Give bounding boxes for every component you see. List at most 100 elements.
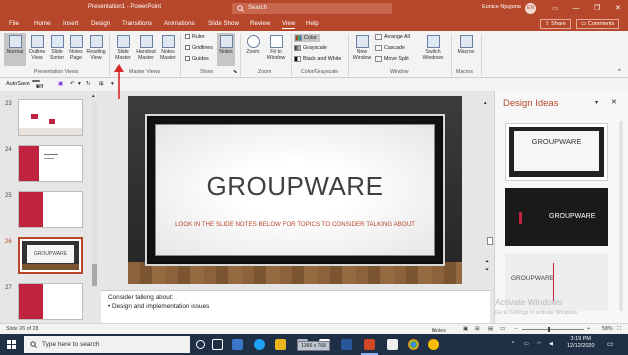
ribbon-display-icon[interactable]: ▭ <box>552 5 558 12</box>
slide-subtitle[interactable]: LOOK IN THE SLIDE NOTES BELOW FOR TOPICS… <box>156 221 434 228</box>
comments-button[interactable]: ▭ Comments <box>576 19 620 29</box>
zoom-slider[interactable] <box>522 329 584 330</box>
arrange-all-button[interactable]: Arrange All <box>375 34 410 40</box>
app-icon[interactable] <box>232 339 243 350</box>
file-explorer-icon[interactable] <box>275 339 286 350</box>
close-icon[interactable]: ✕ <box>611 98 617 106</box>
zoom-out-icon[interactable]: − <box>514 326 517 332</box>
slide-thumbnail-26[interactable]: GROUPWARE <box>18 237 83 274</box>
scroll-up-icon[interactable]: ▴ <box>484 100 487 106</box>
slideshow-status-icon[interactable]: ▭ <box>500 326 505 332</box>
grayscale-button[interactable]: Grayscale <box>294 45 327 51</box>
new-window-button[interactable]: New Window <box>352 35 372 61</box>
dialog-launcher-icon[interactable]: ⬊ <box>233 69 237 75</box>
guides-checkbox[interactable]: Guides <box>185 56 209 62</box>
zoom-in-icon[interactable]: + <box>587 326 590 332</box>
notifications-icon[interactable]: ▭ <box>607 340 614 348</box>
ruler-checkbox[interactable]: Ruler <box>185 34 205 40</box>
ribbon-tabs: File Home Insert Design Transitions Anim… <box>0 17 628 31</box>
slide-sorter-status-icon[interactable]: ⊞ <box>475 326 479 332</box>
design-scrollbar[interactable] <box>619 121 623 311</box>
minimize-button[interactable]: — <box>572 5 579 12</box>
slide-sorter-button[interactable]: Slide Sorter <box>48 35 66 61</box>
word-icon[interactable] <box>341 339 352 350</box>
thumbnails-scrollbar[interactable] <box>92 102 97 287</box>
slide-title[interactable]: GROUPWARE <box>156 171 434 202</box>
zoom-level[interactable]: 58% <box>602 326 613 332</box>
present-icon[interactable]: ⊞ <box>99 81 104 87</box>
paint-icon[interactable] <box>387 339 398 350</box>
slide-canvas[interactable]: GROUPWARE LOOK IN THE SLIDE NOTES BELOW … <box>128 96 462 284</box>
scrollbar-box[interactable] <box>487 237 493 245</box>
collapse-ribbon-icon[interactable]: ^ <box>618 69 621 75</box>
scroll-thumb[interactable] <box>92 264 97 286</box>
zoom-button[interactable]: Zoom <box>244 35 262 55</box>
notes-pane[interactable]: Consider talking about: • Design and imp… <box>101 290 490 323</box>
slide-thumbnail-24[interactable] <box>18 145 83 182</box>
tab-help[interactable]: Help <box>306 20 319 27</box>
macros-button[interactable]: Macros <box>455 35 477 55</box>
scroll-up-icon[interactable]: ▴ <box>92 93 95 99</box>
taskbar-clock[interactable]: 3:19 PM 12/12/2020 <box>567 336 595 350</box>
tab-view[interactable]: View <box>282 20 296 29</box>
autosave-toggle[interactable]: ● Off <box>32 80 43 90</box>
tab-home[interactable]: Home <box>34 20 51 27</box>
gridlines-checkbox[interactable]: Gridlines <box>185 45 213 51</box>
slide-master-button[interactable]: Slide Master <box>113 35 133 61</box>
zoom-slider-thumb[interactable] <box>548 327 550 332</box>
restore-button[interactable]: ❐ <box>594 4 600 12</box>
notes-toggle-button[interactable]: Notes <box>217 33 235 66</box>
volume-icon[interactable]: ◀ <box>549 341 553 347</box>
previous-slide-icon[interactable]: ⏶ <box>485 259 489 265</box>
avatar[interactable]: EN <box>525 3 536 14</box>
design-idea-2[interactable]: GROUPWARE <box>505 188 608 246</box>
tab-animations[interactable]: Animations <box>164 20 195 27</box>
save-icon[interactable]: ▣ <box>58 81 63 87</box>
undo-dropdown-icon[interactable]: ▾ <box>78 81 81 87</box>
tab-insert[interactable]: Insert <box>63 20 78 27</box>
move-split-button[interactable]: Move Split <box>375 56 409 62</box>
tray-chevron-icon[interactable]: ^ <box>512 341 514 347</box>
slide-thumbnail-23[interactable] <box>18 99 83 136</box>
app-icon[interactable] <box>428 339 439 350</box>
tab-transitions[interactable]: Transitions <box>122 20 152 27</box>
switch-windows-button[interactable]: Switch Windows <box>419 35 447 61</box>
cortana-icon[interactable] <box>196 340 205 349</box>
chrome-icon[interactable] <box>408 339 419 350</box>
slide-thumbnail-27[interactable] <box>18 283 83 320</box>
reading-view-button[interactable]: Reading View <box>86 35 106 61</box>
fit-slide-icon[interactable]: ⛶ <box>617 326 621 333</box>
color-button[interactable]: Color <box>294 34 320 42</box>
handout-master-button[interactable]: Handout Master <box>135 35 157 61</box>
next-slide-icon[interactable]: ⏷ <box>485 267 489 273</box>
design-idea-1[interactable]: GROUPWARE <box>505 123 608 181</box>
share-button[interactable]: ⇪ Share <box>540 19 571 29</box>
close-button[interactable]: ✕ <box>615 4 621 12</box>
slide-thumbnail-25[interactable] <box>18 191 83 228</box>
task-view-icon[interactable] <box>212 339 223 350</box>
black-and-white-button[interactable]: Black and White <box>294 56 341 62</box>
tab-file[interactable]: File <box>9 20 19 27</box>
pane-options-icon[interactable]: ▾ <box>595 99 598 106</box>
undo-icon[interactable]: ↶ <box>70 81 75 87</box>
search-box[interactable]: Search <box>232 3 392 14</box>
outline-view-button[interactable]: Outline View <box>28 35 46 61</box>
tab-review[interactable]: Review <box>250 20 270 27</box>
notes-page-button[interactable]: Notes Page <box>67 35 85 61</box>
fit-to-window-button[interactable]: Fit to Window <box>264 35 288 61</box>
user-name[interactable]: Eunice Njuguna <box>482 4 521 10</box>
reading-view-status-icon[interactable]: ▤ <box>488 326 493 332</box>
wifi-icon[interactable]: ◠ <box>537 341 541 347</box>
tab-design[interactable]: Design <box>91 20 110 27</box>
redo-icon[interactable]: ↻ <box>86 81 91 87</box>
normal-view-button[interactable]: Normal <box>4 33 26 66</box>
windows-start-icon[interactable] <box>7 340 16 349</box>
normal-view-status-icon[interactable]: ▣ <box>463 326 468 332</box>
battery-icon[interactable]: ▭ <box>524 341 529 347</box>
tab-slide-show[interactable]: Slide Show <box>208 20 239 27</box>
cascade-button[interactable]: Cascade <box>375 45 405 51</box>
powerpoint-icon[interactable] <box>364 339 375 350</box>
edge-icon[interactable] <box>254 339 265 350</box>
notes-master-button[interactable]: Notes Master <box>158 35 178 61</box>
taskbar-search[interactable]: Type here to search <box>24 336 190 353</box>
